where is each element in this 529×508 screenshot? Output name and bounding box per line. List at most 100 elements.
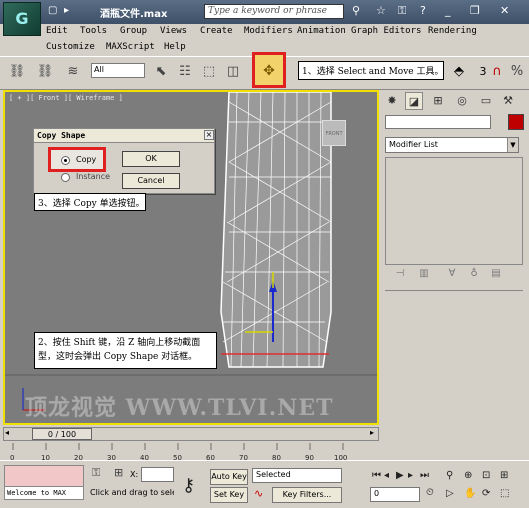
key-icon[interactable]: ⚿ (398, 4, 406, 18)
menu-group[interactable]: Group (120, 26, 147, 36)
auto-key-button[interactable]: Auto Key (210, 469, 248, 485)
select-object-icon[interactable]: ⬉ (150, 61, 172, 83)
menu-views[interactable]: Views (160, 26, 187, 36)
menu-help[interactable]: Help (164, 42, 186, 52)
key-mode-icon[interactable]: ⚷ (182, 475, 195, 496)
selection-filter-select[interactable]: All (91, 63, 145, 78)
selection-set-select[interactable]: Selected (252, 468, 342, 483)
select-by-name-icon[interactable]: ☷ (174, 61, 196, 83)
prev-frame-icon[interactable]: ◂ (5, 428, 9, 437)
menu-maxscript[interactable]: MAXScript (106, 42, 155, 52)
menu-customize[interactable]: Customize (46, 42, 95, 52)
prev-key-icon[interactable]: ◂ (384, 470, 389, 481)
chevron-down-icon[interactable]: ▼ (507, 138, 518, 152)
modify-tab-icon[interactable]: ◪ (405, 92, 423, 110)
x-coord-label: X: (130, 470, 139, 479)
callout-step1: 1、选择 Select and Move 工具。 (298, 61, 444, 80)
close-icon[interactable]: ✕ (500, 4, 509, 17)
x-coord-field[interactable] (141, 467, 174, 482)
window-title: 酒瓶文件.max (100, 9, 168, 20)
copy-shape-dialog: Copy Shape × Copy Instance OK Cancel (33, 128, 215, 194)
object-color-swatch[interactable] (508, 114, 524, 130)
callout-step2: 2、按住 Shift 键，沿 Z 轴向上移动截面型，这时会弹出 Copy Sha… (34, 332, 217, 369)
restore-icon[interactable]: ❐ (470, 4, 480, 17)
instance-radio[interactable] (61, 173, 70, 182)
welcome-text: Welcome to MAX (4, 486, 84, 500)
watermark: 顶龙视觉 WWW.TLVI.NET (25, 395, 334, 421)
menu-animation[interactable]: Animation (297, 26, 346, 36)
modifier-list-select[interactable]: Modifier List (385, 137, 519, 153)
transform-mode-icon[interactable]: ⊞ (114, 466, 123, 479)
make-unique-icon[interactable]: ∀ (443, 268, 461, 284)
zoom-extents-icon[interactable]: ⊡ (482, 470, 490, 481)
binoculars-icon[interactable]: ⚲ (352, 4, 360, 17)
current-frame-field[interactable]: 0 (370, 487, 420, 502)
maxscript-listener-mini[interactable] (4, 465, 84, 487)
maximize-viewport-icon[interactable]: ⬚ (500, 488, 509, 499)
orbit-icon[interactable]: ⟳ (482, 488, 490, 499)
zoom-all-icon[interactable]: ⊕ (464, 470, 472, 481)
display-tab-icon[interactable]: ▭ (477, 92, 495, 110)
modifier-stack[interactable] (385, 157, 523, 265)
move-icon: ✥ (263, 63, 275, 79)
create-tab-icon[interactable]: ✸ (383, 92, 401, 110)
bind-spacewarp-icon[interactable]: ≋ (62, 61, 84, 83)
rect-selection-icon[interactable]: ⬚ (198, 61, 220, 83)
hierarchy-tab-icon[interactable]: ⊞ (429, 92, 447, 110)
pan-icon[interactable]: ✋ (464, 488, 476, 499)
percent-snap-icon[interactable]: % (506, 61, 528, 83)
menu-rendering[interactable]: Rendering (428, 26, 477, 36)
parameters-rollout (385, 290, 523, 423)
menu-edit[interactable]: Edit (46, 26, 68, 36)
dialog-close-button[interactable]: × (204, 130, 214, 140)
lock-icon[interactable]: ⚿ (92, 466, 100, 480)
show-end-result-icon[interactable]: ▥ (415, 268, 433, 284)
goto-start-icon[interactable]: ⏮ (372, 470, 381, 481)
zoom-extents-all-icon[interactable]: ⊞ (500, 470, 508, 481)
search-input[interactable]: Type a keyword or phrase (204, 4, 344, 19)
menu-modifiers[interactable]: Modifiers (244, 26, 293, 36)
motion-tab-icon[interactable]: ◎ (453, 92, 471, 110)
dropdown-arrow-icon[interactable]: ▸ (64, 5, 69, 16)
menu-graph-editors[interactable]: Graph Editors (351, 26, 421, 36)
prompt-line: Click and drag to sele (90, 488, 174, 497)
time-config-icon[interactable]: ⏲ (426, 487, 434, 498)
copy-radio[interactable] (61, 156, 70, 165)
object-name-field[interactable] (385, 115, 491, 129)
copy-radio-label: Copy (76, 155, 97, 164)
menu-create[interactable]: Create (200, 26, 233, 36)
menu-bar: Edit Tools Group Views Create Modifiers … (44, 24, 529, 56)
configure-sets-icon[interactable]: ▤ (487, 268, 505, 284)
next-key-icon[interactable]: ▸ (408, 470, 413, 481)
time-slider-thumb[interactable]: 0 / 100 (32, 428, 92, 440)
menu-tools[interactable]: Tools (80, 26, 107, 36)
help-icon[interactable]: ? (420, 4, 426, 17)
utilities-tab-icon[interactable]: ⚒ (499, 92, 517, 110)
window-crossing-icon[interactable]: ◫ (222, 61, 244, 83)
field-of-view-icon[interactable]: ▷ (446, 488, 454, 499)
command-panel: ✸ ◪ ⊞ ◎ ▭ ⚒ Modifier List ▼ ⊣ ▥ ∀ ♁ ▤ (381, 90, 529, 425)
callout-step3: 3、选择 Copy 单选按钮。 (34, 193, 146, 211)
cancel-button[interactable]: Cancel (122, 173, 180, 189)
app-logo-icon[interactable]: G (3, 2, 41, 36)
set-key-button[interactable]: Set Key (210, 487, 248, 503)
key-filters-button[interactable]: Key Filters... (272, 487, 342, 503)
key-tangent-icon[interactable]: ∿ (254, 487, 263, 500)
link-icon[interactable]: ⛓ (6, 61, 28, 83)
next-frame-icon[interactable]: ▸ (370, 428, 374, 437)
pin-stack-icon[interactable]: ⊣ (391, 268, 409, 284)
viewcube-icon[interactable]: FRONT (322, 120, 346, 146)
goto-end-icon[interactable]: ⏭ (420, 470, 429, 481)
track-bar[interactable] (3, 441, 379, 458)
minimize-icon[interactable]: _ (445, 4, 451, 17)
ok-button[interactable]: OK (122, 151, 180, 167)
quick-access-icon[interactable]: ▢ (48, 5, 57, 16)
track-bar-ruler (12, 443, 344, 450)
unlink-icon[interactable]: ⛓ (34, 61, 56, 83)
angle-snap-icon[interactable]: ∩ (486, 61, 508, 83)
play-icon[interactable]: ▶ (396, 470, 404, 481)
remove-modifier-icon[interactable]: ♁ (465, 268, 483, 284)
zoom-icon[interactable]: ⚲ (446, 470, 453, 481)
star-icon[interactable]: ☆ (376, 4, 386, 17)
rotate-tool-icon[interactable]: ⬘ (448, 61, 470, 83)
